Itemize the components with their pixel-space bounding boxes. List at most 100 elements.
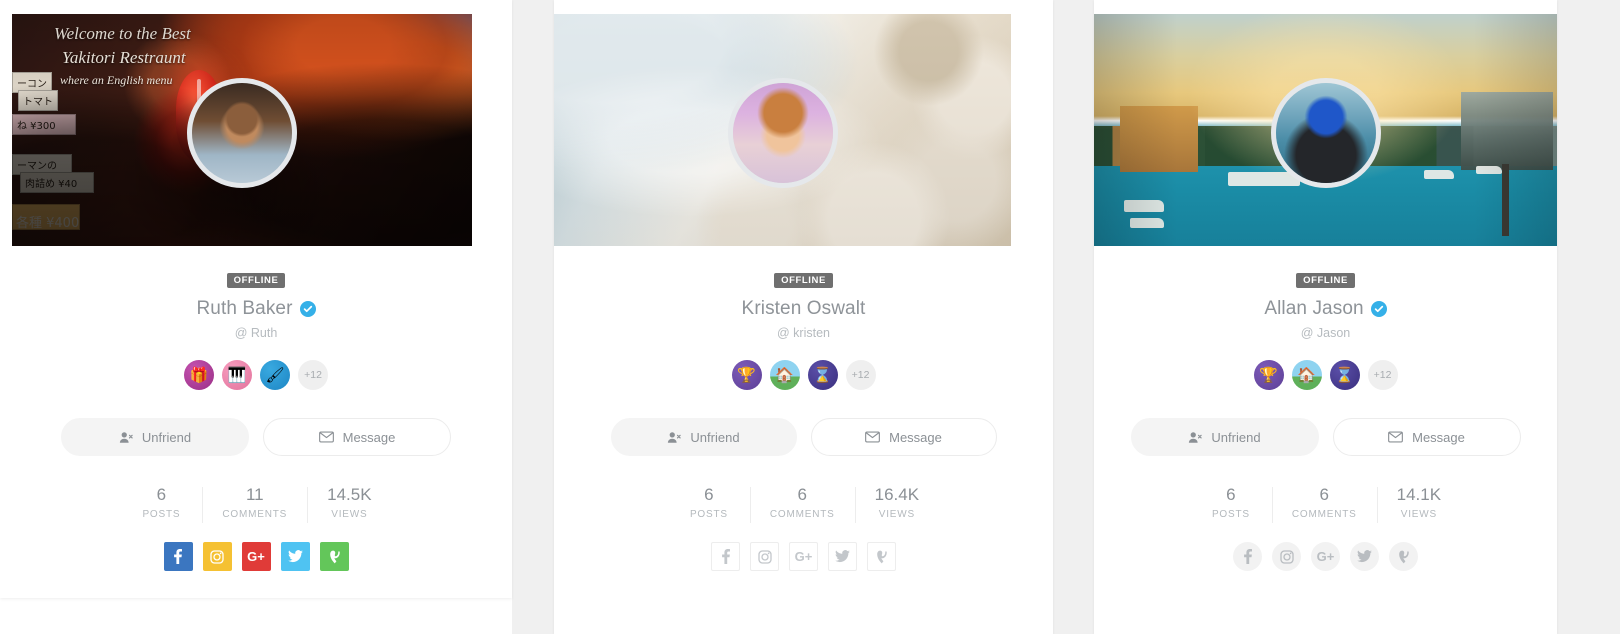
cover-menu-chip: [12, 204, 80, 230]
action-buttons: Unfriend Message: [554, 418, 1053, 456]
post-decoration: [1502, 164, 1509, 236]
name-row: Kristen Oswalt: [554, 298, 1053, 320]
stat-label: COMMENTS: [222, 509, 288, 521]
googleplus-label: G+: [794, 549, 813, 565]
stat-value: 6: [156, 485, 167, 504]
cover-menu-chip: トマト: [18, 90, 58, 111]
instagram-icon[interactable]: [1272, 542, 1301, 572]
message-button[interactable]: Message: [1332, 418, 1521, 456]
cover-sign-menu-note: where an English menu: [60, 73, 173, 87]
avatar[interactable]: [727, 78, 838, 188]
vine-icon[interactable]: [319, 542, 349, 572]
message-label: Message: [342, 429, 396, 445]
stat-value: 16.4K: [874, 485, 920, 504]
card-body: OFFLINE Allan Jason @ Jason 🏆 🏠 ⌛ +12 Un…: [1094, 246, 1557, 572]
badge-list: 🏆 🏠 ⌛ +12: [1094, 360, 1557, 390]
brush-badge-icon[interactable]: 🖌: [260, 360, 290, 390]
unfriend-label: Unfriend: [1211, 429, 1261, 445]
stat-value: 6: [797, 485, 807, 504]
profile-name: Ruth Baker: [196, 298, 293, 319]
envelope-icon: [318, 431, 334, 443]
house-badge-icon[interactable]: 🏠: [1291, 360, 1322, 390]
cover-photo: Welcome to the Best Yakitori Restraunt w…: [12, 14, 472, 246]
profile-card: Welcome to the Best Yakitori Restraunt w…: [0, 0, 512, 598]
user-remove-icon: [119, 431, 133, 444]
avatar-photo: [192, 83, 292, 183]
card-body: OFFLINE Ruth Baker @ Ruth 🎁 🎹 🖌 +12 Unfr…: [0, 246, 512, 572]
status-badge: OFFLINE: [1296, 273, 1355, 288]
status-badge: OFFLINE: [774, 273, 833, 288]
card-gutter: [1053, 0, 1094, 634]
trophy-badge-icon[interactable]: 🏆: [1253, 360, 1284, 390]
stat-views: 14.5K VIEWS: [307, 484, 391, 524]
hourglass-badge-icon[interactable]: ⌛: [807, 360, 838, 390]
stat-value: 6: [1226, 485, 1236, 504]
cover-menu-chip: ーコン: [12, 72, 52, 93]
profile-card: OFFLINE Allan Jason @ Jason 🏆 🏠 ⌛ +12 Un…: [1094, 0, 1557, 634]
boat-decoration: [1130, 218, 1164, 228]
cover-photo: [554, 14, 1011, 246]
googleplus-icon[interactable]: G+: [241, 542, 271, 572]
gift-badge-icon[interactable]: 🎁: [184, 360, 214, 390]
user-remove-icon: [1188, 431, 1203, 444]
cover-menu-chip: ーマンの: [12, 154, 72, 175]
building-decoration: [1120, 106, 1198, 172]
facebook-icon[interactable]: [711, 542, 740, 572]
boat-decoration: [1476, 166, 1502, 174]
stat-posts: 6 POSTS: [1190, 484, 1272, 520]
card-body: OFFLINE Kristen Oswalt @ kristen 🏆 🏠 ⌛ +…: [554, 246, 1053, 572]
trophy-badge-icon[interactable]: 🏆: [731, 360, 762, 390]
googleplus-label: G+: [1316, 549, 1335, 565]
card-gutter: [1557, 0, 1620, 634]
piano-badge-icon[interactable]: 🎹: [222, 360, 252, 390]
stat-posts: 6 POSTS: [120, 484, 202, 520]
name-row: Allan Jason: [1094, 298, 1557, 320]
facebook-icon[interactable]: [163, 542, 193, 572]
stat-label: POSTS: [689, 509, 728, 521]
unfriend-button[interactable]: Unfriend: [610, 418, 797, 456]
vine-icon[interactable]: [1389, 542, 1418, 572]
house-badge-icon[interactable]: 🏠: [769, 360, 800, 390]
cover-menu-chip: ね ¥300: [12, 114, 76, 135]
twitter-icon[interactable]: [1350, 542, 1379, 572]
message-button[interactable]: Message: [810, 418, 997, 456]
instagram-icon[interactable]: [750, 542, 779, 572]
avatar-photo: [1275, 83, 1376, 183]
googleplus-icon[interactable]: G+: [789, 542, 818, 572]
avatar[interactable]: [187, 78, 297, 188]
stat-label: VIEWS: [331, 509, 368, 521]
profile-cards-stage: Welcome to the Best Yakitori Restraunt w…: [0, 0, 1620, 634]
profile-name: Kristen Oswalt: [741, 298, 866, 319]
social-links: G+: [1094, 542, 1557, 572]
social-links: G+: [554, 542, 1053, 572]
profile-handle: @ kristen: [777, 326, 830, 340]
hourglass-badge-icon[interactable]: ⌛: [1329, 360, 1360, 390]
unfriend-label: Unfriend: [690, 429, 740, 445]
cover-menu-chip: 肉詰め ¥40: [20, 172, 94, 193]
twitter-icon[interactable]: [828, 542, 857, 572]
stat-views: 16.4K VIEWS: [854, 484, 939, 524]
instagram-icon[interactable]: [202, 542, 232, 572]
badge-more-count[interactable]: +12: [1367, 360, 1398, 390]
message-label: Message: [889, 429, 942, 445]
profile-handle: @ Ruth: [234, 326, 278, 340]
card-gutter: [512, 0, 554, 634]
profile-name: Allan Jason: [1264, 298, 1364, 319]
twitter-icon[interactable]: [280, 542, 310, 572]
stat-value: 11: [245, 485, 264, 504]
message-label: Message: [1412, 429, 1465, 445]
unfriend-button[interactable]: Unfriend: [61, 418, 249, 456]
badge-more-count[interactable]: +12: [845, 360, 876, 390]
unfriend-button[interactable]: Unfriend: [1130, 418, 1319, 456]
vine-icon[interactable]: [867, 542, 896, 572]
facebook-icon[interactable]: [1233, 542, 1262, 572]
stat-label: COMMENTS: [1291, 509, 1357, 521]
stats-row: 6 POSTS 6 COMMENTS 16.4K VIEWS: [554, 484, 1053, 524]
badge-more-count[interactable]: +12: [298, 360, 328, 390]
avatar[interactable]: [1270, 78, 1381, 188]
message-button[interactable]: Message: [263, 418, 451, 456]
googleplus-icon[interactable]: G+: [1311, 542, 1340, 572]
cover-photo: [1094, 14, 1557, 246]
stat-label: VIEWS: [1400, 509, 1437, 521]
stat-views: 14.1K VIEWS: [1376, 484, 1461, 524]
